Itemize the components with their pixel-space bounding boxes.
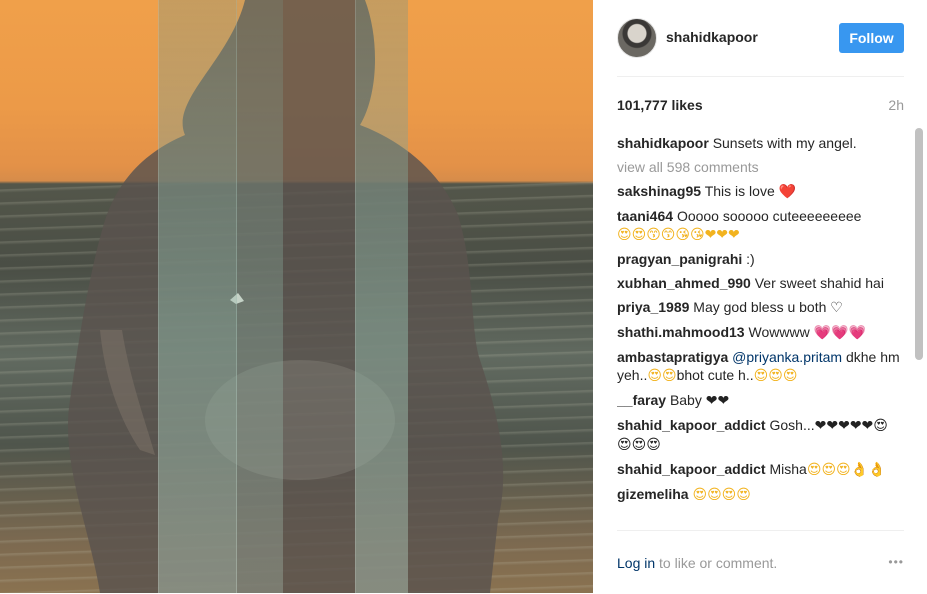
emoji-string: 😍😍😍😍: [692, 487, 751, 503]
comment-text: Wowwww: [748, 324, 810, 340]
comment-username[interactable]: pragyan_panigrahi: [617, 251, 742, 267]
comment-item: shahid_kapoor_addict Gosh...❤❤❤❤❤😍😍😍😍: [617, 416, 901, 454]
comment-username[interactable]: shathi.mahmood13: [617, 324, 745, 340]
comment-text: Ver sweet shahid hai: [754, 275, 884, 291]
comments-list: shahidkapoor Sunsets with my angel. view…: [617, 134, 901, 526]
comment-item: priya_1989 May god bless u both ♡: [617, 298, 901, 317]
comment-text: :): [746, 251, 755, 267]
caption-text: Sunsets with my angel.: [712, 135, 857, 151]
post-photo[interactable]: [0, 0, 593, 593]
post-side-panel: shahidkapoor Follow 101,777 likes 2h sha…: [593, 0, 927, 593]
comment-username[interactable]: shahid_kapoor_addict: [617, 417, 766, 433]
comment-item: gizemeliha 😍😍😍😍: [617, 485, 901, 504]
comment-text: bhot cute h..: [676, 367, 754, 383]
login-prompt-text: to like or comment.: [655, 555, 778, 571]
comment-item: pragyan_panigrahi :): [617, 250, 901, 268]
post-timestamp[interactable]: 2h: [888, 97, 904, 113]
login-prompt: Log in to like or comment.: [617, 555, 777, 571]
emoji-string: 😍😍😙😙😘😘❤❤❤: [617, 227, 740, 243]
comment-text: Ooooo sooooo cuteeeeeeeee: [676, 208, 862, 224]
post-username[interactable]: shahidkapoor: [666, 29, 758, 45]
comment-text: Baby: [669, 392, 702, 408]
glass-reflection-strip: [158, 0, 237, 593]
comment-item: shahid_kapoor_addict Misha😍😍😍👌👌: [617, 460, 901, 479]
glass-reflection-strip: [236, 0, 283, 593]
follow-button[interactable]: Follow: [839, 23, 904, 53]
emoji-string: 😍😍: [647, 368, 677, 384]
outline-heart-icon: ♡: [830, 300, 843, 316]
comment-text: Misha: [769, 461, 807, 477]
emoji-string: 😍😍😍👌👌: [806, 462, 886, 478]
login-link[interactable]: Log in: [617, 555, 655, 571]
comment-username[interactable]: __faray: [617, 392, 666, 408]
glass-reflection-strip: [355, 0, 408, 593]
heart-icon: ❤️: [778, 184, 797, 200]
comment-text: This is love: [704, 183, 775, 199]
comment-item: ambastapratigya @priyanka.pritam dkhe hm…: [617, 348, 901, 385]
like-count[interactable]: 101,777 likes: [617, 97, 703, 113]
comment-username[interactable]: xubhan_ahmed_990: [617, 275, 751, 291]
comment-item: taani464 Ooooo sooooo cuteeeeeeeee 😍😍😙😙😘…: [617, 207, 901, 244]
view-all-comments-link[interactable]: view all 598 comments: [617, 158, 901, 176]
emoji-string: 😍😍😍: [753, 368, 798, 384]
emoji-string: 💗💗💗: [813, 325, 866, 341]
comment-username[interactable]: ambastapratigya: [617, 349, 728, 365]
more-options-icon[interactable]: •••: [888, 555, 904, 569]
caption-username[interactable]: shahidkapoor: [617, 135, 709, 151]
comment-username[interactable]: priya_1989: [617, 299, 689, 315]
comment-text: May god bless u both: [693, 299, 827, 315]
post-header: shahidkapoor Follow: [617, 18, 904, 77]
post-footer: Log in to like or comment. •••: [617, 530, 904, 594]
comment-username[interactable]: shahid_kapoor_addict: [617, 461, 766, 477]
comment-mention[interactable]: @priyanka.pritam: [732, 349, 842, 365]
comment-text: Gosh...: [769, 417, 815, 433]
scrollbar-thumb[interactable]: [915, 128, 923, 360]
comment-username[interactable]: gizemeliha: [617, 486, 689, 502]
avatar[interactable]: [617, 18, 657, 58]
person-silhouette: [67, 0, 504, 593]
comment-username[interactable]: sakshinag95: [617, 183, 701, 199]
heart-icon: ❤❤: [705, 393, 730, 409]
comment-item: sakshinag95 This is love ❤️: [617, 182, 901, 201]
comment-item: shathi.mahmood13 Wowwww 💗💗💗: [617, 323, 901, 342]
comment-item: __faray Baby ❤❤: [617, 391, 901, 410]
comments-scrollbar[interactable]: [915, 128, 923, 526]
caption: shahidkapoor Sunsets with my angel.: [617, 134, 901, 152]
comment-item: xubhan_ahmed_990 Ver sweet shahid hai: [617, 274, 901, 292]
comment-username[interactable]: taani464: [617, 208, 673, 224]
